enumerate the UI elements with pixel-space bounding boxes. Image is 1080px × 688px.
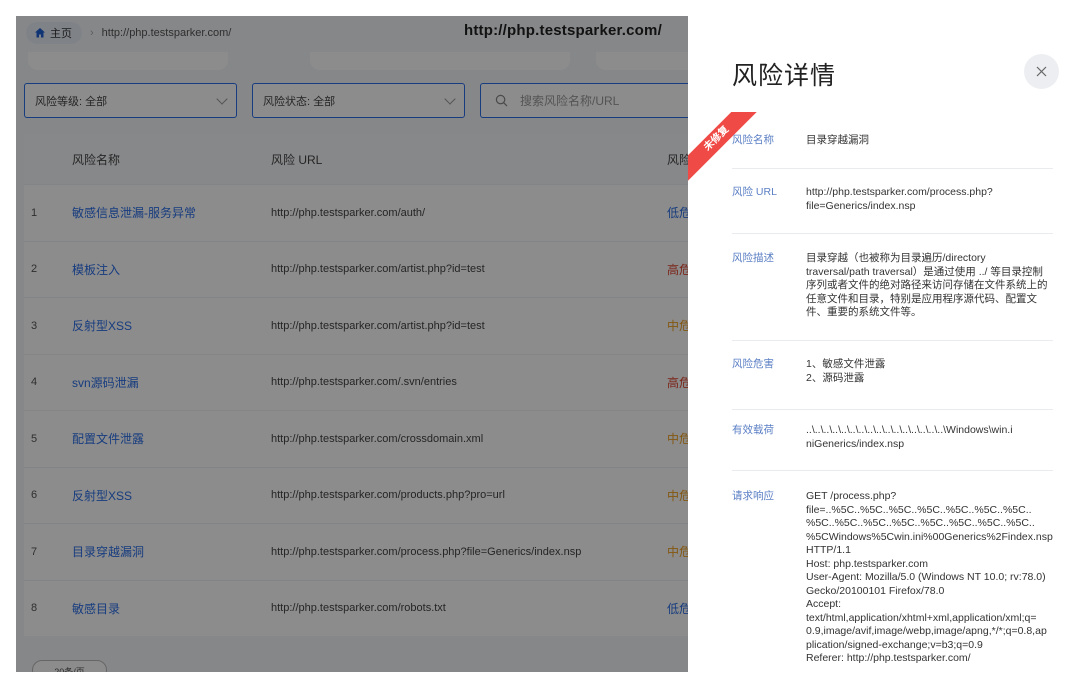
- detail-row-description: 风险描述 目录穿越（也被称为目录遍历/directory traversal/p…: [732, 252, 1053, 341]
- close-button[interactable]: [1024, 54, 1059, 89]
- close-icon: [1036, 66, 1047, 77]
- detail-label: 请求响应: [732, 490, 774, 502]
- detail-value: ..\..\..\..\..\..\..\..\..\..\..\..\..\.…: [806, 424, 1013, 450]
- detail-row-url: 风险 URL http://php.testsparker.com/proces…: [732, 186, 1053, 234]
- detail-value: GET /process.php? file=..%5C..%5C..%5C..…: [806, 490, 1053, 664]
- risk-detail-drawer: 未修复 风险详情 风险名称 目录穿越漏洞 风险 URL http://php.t…: [688, 16, 1080, 672]
- detail-row-harm: 风险危害 1、敏感文件泄露 2、源码泄露: [732, 358, 1053, 410]
- detail-label: 风险描述: [732, 252, 774, 264]
- drawer-title: 风险详情: [732, 62, 837, 90]
- detail-label: 风险名称: [732, 134, 774, 146]
- detail-label: 风险 URL: [732, 186, 777, 198]
- detail-label: 风险危害: [732, 358, 774, 370]
- modal-overlay[interactable]: [16, 16, 688, 672]
- detail-label: 有效载荷: [732, 424, 774, 436]
- app-frame: 主页 › http://php.testsparker.com/ http://…: [16, 16, 1080, 672]
- detail-row-name: 风险名称 目录穿越漏洞: [732, 134, 1053, 169]
- detail-row-payload: 有效载荷 ..\..\..\..\..\..\..\..\..\..\..\..…: [732, 424, 1053, 471]
- detail-value: 目录穿越漏洞: [806, 134, 869, 146]
- detail-value: 目录穿越（也被称为目录遍历/directory traversal/path t…: [806, 252, 1048, 318]
- detail-row-request-response: 请求响应 GET /process.php? file=..%5C..%5C..…: [732, 490, 1053, 672]
- detail-value: 1、敏感文件泄露 2、源码泄露: [806, 358, 886, 384]
- detail-value: http://php.testsparker.com/process.php? …: [806, 186, 993, 212]
